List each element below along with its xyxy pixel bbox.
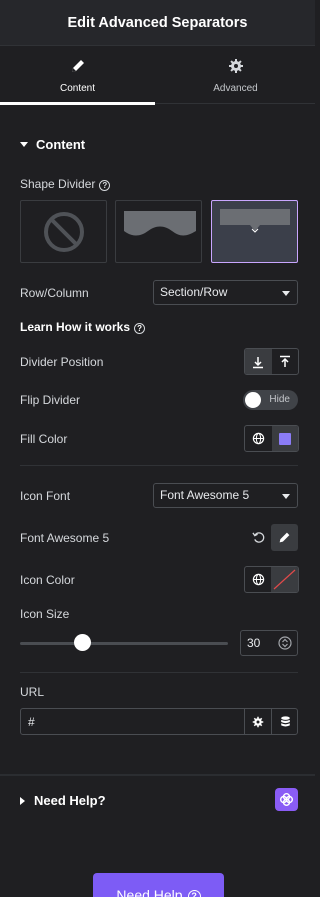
need-help-title: Need Help? bbox=[34, 793, 106, 808]
learn-how-text: Learn How it works bbox=[20, 320, 131, 334]
fill-color-group bbox=[244, 425, 299, 452]
flip-divider-label: Flip Divider bbox=[20, 393, 81, 407]
icon-size-input[interactable]: 30 bbox=[240, 630, 298, 656]
divider-position-label: Divider Position bbox=[20, 355, 104, 369]
gear-icon bbox=[252, 716, 264, 727]
divider-position-group bbox=[244, 348, 299, 375]
icon-font-value: Font Awesome 5 bbox=[160, 488, 250, 502]
globe-icon bbox=[252, 573, 264, 586]
section-divider bbox=[20, 465, 298, 466]
need-help-button[interactable]: Need Help? bbox=[93, 873, 224, 897]
icon-size-label: Icon Size bbox=[20, 607, 70, 621]
url-label: URL bbox=[20, 685, 45, 699]
align-top-icon bbox=[279, 355, 290, 367]
dynamic-tags-button[interactable] bbox=[271, 709, 298, 734]
tab-advanced[interactable]: Advanced bbox=[158, 46, 313, 104]
tab-bar: Content Advanced bbox=[0, 46, 315, 105]
none-icon bbox=[44, 212, 84, 252]
pencil-icon bbox=[279, 532, 290, 543]
caret-down-icon bbox=[20, 142, 28, 147]
curve-divider-icon bbox=[124, 211, 196, 236]
shape-option-curve[interactable] bbox=[115, 200, 202, 263]
panel-title: Edit Advanced Separators bbox=[67, 14, 248, 31]
shape-divider-label-text: Shape Divider bbox=[20, 177, 96, 191]
need-help-section-toggle[interactable]: Need Help? bbox=[20, 793, 106, 808]
align-bottom-button[interactable] bbox=[245, 349, 272, 374]
reset-icon[interactable] bbox=[252, 531, 265, 544]
icon-picker-button[interactable] bbox=[271, 524, 298, 551]
fill-color-label: Fill Color bbox=[20, 432, 68, 446]
no-color-icon bbox=[273, 569, 296, 590]
help-circle-icon[interactable]: ? bbox=[99, 180, 111, 191]
url-value: # bbox=[28, 715, 35, 729]
caret-right-icon bbox=[20, 796, 25, 805]
global-colors-button[interactable] bbox=[245, 426, 272, 451]
shape-option-none[interactable] bbox=[20, 200, 107, 263]
tab-content[interactable]: Content bbox=[0, 46, 155, 105]
row-column-value: Section/Row bbox=[160, 285, 228, 299]
font-awesome-label: Font Awesome 5 bbox=[20, 531, 110, 545]
plugin-logo-glyph bbox=[279, 792, 294, 807]
help-circle-icon: ? bbox=[134, 323, 146, 334]
color-swatch bbox=[278, 432, 291, 445]
toggle-knob bbox=[245, 392, 261, 408]
tab-content-label: Content bbox=[59, 83, 96, 94]
align-top-button[interactable] bbox=[272, 349, 299, 374]
tab-advanced-label: Advanced bbox=[213, 83, 258, 94]
icon-font-label: Icon Font bbox=[20, 489, 71, 503]
need-help-button-label: Need Help bbox=[116, 887, 183, 897]
icon-color-label: Icon Color bbox=[20, 573, 75, 587]
arrow-divider-icon bbox=[220, 209, 290, 233]
url-input[interactable]: # bbox=[20, 708, 298, 735]
toggle-label: Hide bbox=[269, 394, 290, 405]
section-divider bbox=[20, 672, 298, 673]
pencil-icon bbox=[71, 60, 84, 72]
chevron-down-icon bbox=[282, 494, 290, 499]
icon-size-value: 30 bbox=[247, 636, 261, 650]
stepper-icon[interactable] bbox=[278, 636, 292, 650]
database-icon bbox=[280, 715, 290, 726]
flip-divider-toggle[interactable]: Hide bbox=[243, 390, 298, 410]
chevron-down-icon bbox=[282, 291, 290, 296]
icon-font-select[interactable]: Font Awesome 5 bbox=[153, 483, 298, 508]
learn-how-link[interactable]: Learn How it works? bbox=[20, 320, 146, 334]
global-colors-button[interactable] bbox=[245, 567, 271, 592]
help-circle-icon: ? bbox=[187, 890, 201, 897]
gear-icon bbox=[228, 59, 243, 73]
section-title: Content bbox=[36, 137, 86, 152]
content-section-toggle[interactable]: Content bbox=[20, 137, 85, 152]
icon-color-picker[interactable] bbox=[271, 567, 298, 592]
plugin-logo-icon bbox=[275, 788, 298, 811]
panel-header: Edit Advanced Separators bbox=[0, 0, 315, 46]
icon-color-group bbox=[244, 566, 299, 593]
align-bottom-icon bbox=[253, 356, 264, 368]
row-column-label: Row/Column bbox=[20, 286, 89, 300]
globe-icon bbox=[252, 432, 264, 445]
shape-option-arrow[interactable] bbox=[211, 200, 298, 263]
fill-color-picker[interactable] bbox=[271, 426, 298, 451]
section-separator bbox=[0, 774, 315, 776]
url-settings-button[interactable] bbox=[244, 709, 271, 734]
icon-size-slider-handle[interactable] bbox=[73, 634, 91, 651]
shape-divider-label: Shape Divider? bbox=[20, 177, 111, 191]
icon-size-slider-track[interactable] bbox=[20, 642, 228, 645]
row-column-select[interactable]: Section/Row bbox=[153, 280, 298, 305]
